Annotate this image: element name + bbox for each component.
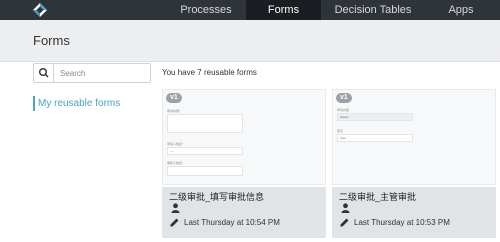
nav-item-apps[interactable]: Apps <box>444 0 478 20</box>
preview-field-value: *yes <box>340 136 346 140</box>
form-preview-thumbnail[interactable]: v1 申请内容* 申请人姓名* ---- 审核人姓名* <box>162 89 326 185</box>
preview-input: *yes <box>337 134 413 142</box>
preview-input: ---- <box>167 147 243 155</box>
pencil-icon <box>340 218 349 227</box>
form-card[interactable]: v1 申请内容* 申请人姓名* ---- 审核人姓名* 二级审批_填写审批信息 … <box>162 89 326 238</box>
search-button[interactable] <box>34 64 54 82</box>
preview-field-value: ---- <box>170 149 174 153</box>
form-card[interactable]: v1 申请内容 Select... 意见 *yes 二级审批_主管审批 Last… <box>332 89 496 238</box>
app-logo-icon[interactable] <box>33 3 47 17</box>
pencil-icon <box>170 218 179 227</box>
form-count-text: You have 7 reusable forms <box>162 68 257 77</box>
preview-select: Select... <box>337 113 413 121</box>
preview-field-value: Select... <box>340 115 351 119</box>
last-modified-text: Last Thursday at 10:53 PM <box>354 218 450 227</box>
top-navigation-bar: Processes Forms Decision Tables Apps <box>0 0 500 20</box>
preview-field-label: 申请内容 <box>337 108 350 112</box>
version-badge: v1 <box>166 93 182 103</box>
user-icon <box>171 203 180 213</box>
preview-input <box>167 166 243 176</box>
nav-item-decision-tables[interactable]: Decision Tables <box>333 0 413 20</box>
preview-field-label: 申请内容* <box>167 109 181 113</box>
search-icon <box>38 67 49 78</box>
page-header: Forms <box>0 20 500 62</box>
nav-item-processes[interactable]: Processes <box>176 0 236 20</box>
form-card-info: 二级审批_主管审批 Last Thursday at 10:53 PM <box>332 187 496 238</box>
search-box <box>33 63 151 83</box>
form-title[interactable]: 二级审批_主管审批 <box>339 190 416 203</box>
preview-field-label: 意见 <box>337 129 344 133</box>
sidebar-item-my-reusable-forms[interactable]: My reusable forms <box>33 96 120 111</box>
preview-field-label: 申请人姓名* <box>167 142 184 146</box>
form-card-info: 二级审批_填写审批信息 Last Thursday at 10:54 PM <box>162 187 326 238</box>
last-modified-text: Last Thursday at 10:54 PM <box>184 218 280 227</box>
form-title[interactable]: 二级审批_填写审批信息 <box>169 190 264 203</box>
nav-item-forms[interactable]: Forms <box>246 0 321 20</box>
form-preview-thumbnail[interactable]: v1 申请内容 Select... 意见 *yes <box>332 89 496 185</box>
version-badge: v1 <box>336 93 352 103</box>
preview-field-label: 审核人姓名* <box>167 161 184 165</box>
user-icon <box>341 203 350 213</box>
search-input[interactable] <box>55 64 150 82</box>
preview-textarea <box>167 114 243 133</box>
page-title: Forms <box>33 33 70 48</box>
